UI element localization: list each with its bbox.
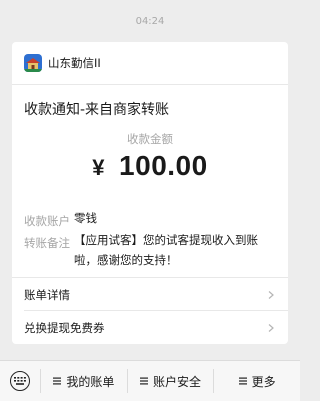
menu-account-security-label: 账户安全 — [153, 374, 202, 389]
bill-details-label: 账单详情 — [24, 288, 70, 302]
menu-lines-icon — [53, 377, 62, 385]
merchant-name: 山东勤信II — [48, 56, 101, 70]
remark-value: 【应用试客】您的试客提现收入到账啦，感谢您的支持！ — [74, 233, 258, 267]
merchant-header[interactable]: 山东勤信II — [24, 53, 101, 73]
menu-lines-icon — [140, 377, 148, 385]
payment-notification-card[interactable]: 山东勤信II 收款通知-来自商家转账 收款金额 ¥100.00 收款账户 零钱 … — [12, 42, 288, 344]
menu-more[interactable]: 更多 — [214, 361, 300, 401]
exchange-coupon-label: 兑换提现免费券 — [24, 321, 105, 335]
amount-label: 收款金额 — [127, 132, 173, 146]
account-value: 零钱 — [74, 211, 97, 225]
chevron-right-icon — [268, 324, 274, 332]
bottom-menu-bar: 我的账单 账户安全 更多 — [0, 360, 300, 401]
message-timestamp: 04:24 — [135, 16, 165, 27]
notice-title: 收款通知-来自商家转账 — [24, 102, 170, 118]
divider — [24, 310, 288, 311]
menu-my-bills[interactable]: 我的账单 — [41, 361, 127, 401]
menu-lines-icon — [238, 377, 247, 385]
keyboard-icon — [14, 377, 26, 385]
menu-account-security[interactable]: 账户安全 — [128, 361, 214, 401]
menu-my-bills-label: 我的账单 — [66, 374, 115, 389]
bill-details-row[interactable]: 账单详情 — [12, 279, 288, 311]
keyboard-toggle-button[interactable] — [0, 361, 40, 401]
amount-value: 100.00 — [119, 150, 208, 181]
amount-display: ¥100.00 — [12, 150, 288, 182]
menu-more-label: 更多 — [251, 374, 276, 389]
divider — [12, 277, 288, 278]
exchange-coupon-row[interactable]: 兑换提现免费券 — [12, 312, 288, 344]
account-label: 收款账户 — [24, 214, 70, 228]
remark-label: 转账备注 — [24, 236, 70, 250]
currency-symbol: ¥ — [92, 155, 106, 180]
chevron-right-icon — [268, 291, 274, 299]
merchant-avatar — [24, 54, 42, 72]
divider — [12, 84, 288, 85]
